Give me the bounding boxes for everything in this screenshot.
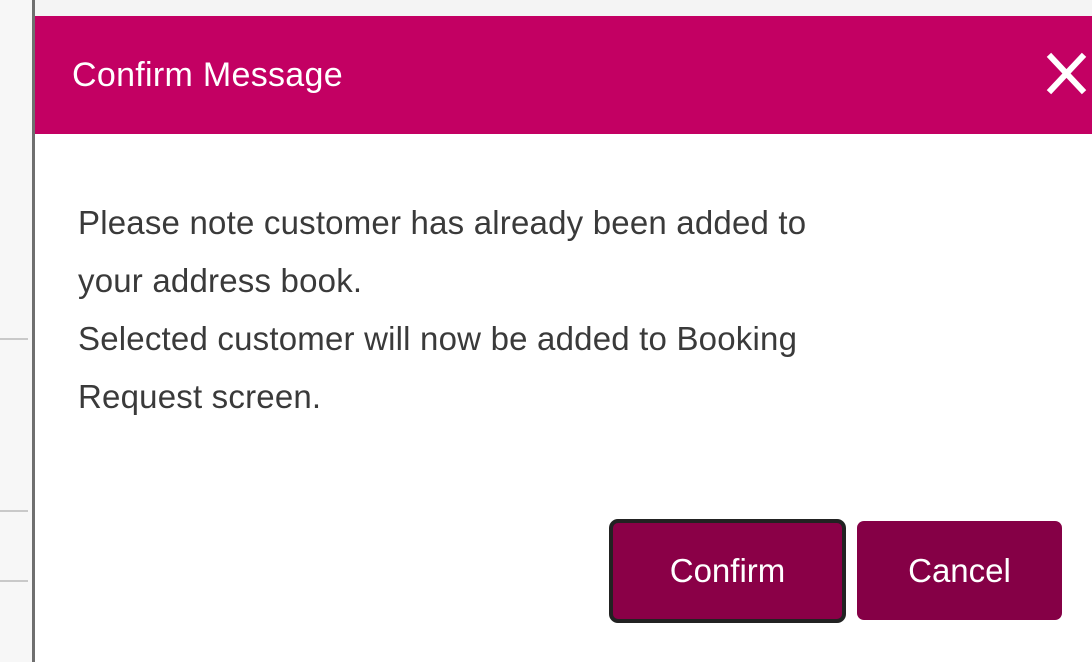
dialog-message: Please note customer has already been ad… bbox=[78, 194, 1058, 426]
message-line: Please note customer has already been ad… bbox=[78, 204, 807, 241]
background-divider bbox=[0, 338, 28, 340]
message-line: Request screen. bbox=[78, 378, 322, 415]
close-icon bbox=[1046, 52, 1087, 95]
background-page-left bbox=[0, 0, 35, 662]
confirm-dialog: Confirm Message Please note customer has… bbox=[35, 16, 1092, 662]
confirm-button[interactable]: Confirm bbox=[609, 519, 846, 623]
page: Confirm Message Please note customer has… bbox=[0, 0, 1092, 662]
dialog-header: Confirm Message bbox=[35, 16, 1092, 134]
message-line: your address book. bbox=[78, 262, 363, 299]
cancel-button[interactable]: Cancel bbox=[857, 521, 1062, 620]
message-line: Selected customer will now be added to B… bbox=[78, 320, 798, 357]
background-divider bbox=[0, 510, 28, 512]
background-page-top bbox=[0, 0, 1092, 16]
close-button[interactable] bbox=[1042, 50, 1090, 98]
background-divider bbox=[0, 580, 28, 582]
dialog-title: Confirm Message bbox=[72, 56, 343, 94]
